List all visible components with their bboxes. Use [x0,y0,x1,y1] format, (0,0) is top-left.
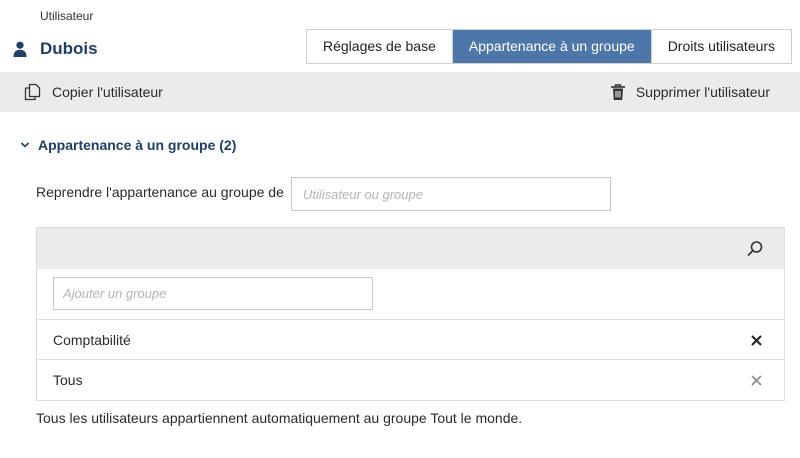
section-toggle[interactable]: Appartenance à un groupe (2) [20,137,236,153]
close-icon [750,334,762,346]
remove-group-button-disabled [748,372,764,388]
tab-basic-settings[interactable]: Réglages de base [307,30,452,63]
group-name: Tous [53,372,83,388]
group-row: Tous [37,360,784,400]
user-icon [13,41,27,57]
inherit-from-input[interactable] [291,177,611,211]
tab-group-membership[interactable]: Appartenance à un groupe [451,30,651,63]
tab-bar: Réglages de base Appartenance à un group… [306,29,793,64]
copy-user-label: Copier l'utilisateur [52,84,163,100]
toolbar: Copier l'utilisateur Supprimer l'utilisa… [0,72,800,112]
group-name: Comptabilité [53,332,131,348]
remove-group-button[interactable] [748,332,764,348]
panel-header [37,228,784,269]
group-panel: Comptabilité Tous [36,227,785,401]
copy-icon [24,83,41,101]
info-note: Tous les utilisateurs appartiennent auto… [36,410,523,426]
breadcrumb[interactable]: Utilisateur [40,9,93,23]
group-row: Comptabilité [37,320,784,360]
section-title: Appartenance à un groupe (2) [38,137,237,153]
trash-icon [610,84,625,100]
copy-user-button[interactable]: Copier l'utilisateur [24,72,163,112]
add-group-row [37,269,784,320]
delete-user-label: Supprimer l'utilisateur [635,84,770,100]
add-group-input[interactable] [53,277,373,310]
close-icon [750,374,762,386]
tab-user-rights[interactable]: Droits utilisateurs [650,30,792,63]
page-title: Dubois [40,39,98,58]
chevron-down-icon [20,142,30,148]
inherit-label: Reprendre l'appartenance au groupe de [36,184,284,200]
header: Utilisateur Dubois Réglages de base Appa… [0,0,800,72]
delete-user-button[interactable]: Supprimer l'utilisateur [610,72,770,112]
search-icon[interactable] [746,240,764,258]
